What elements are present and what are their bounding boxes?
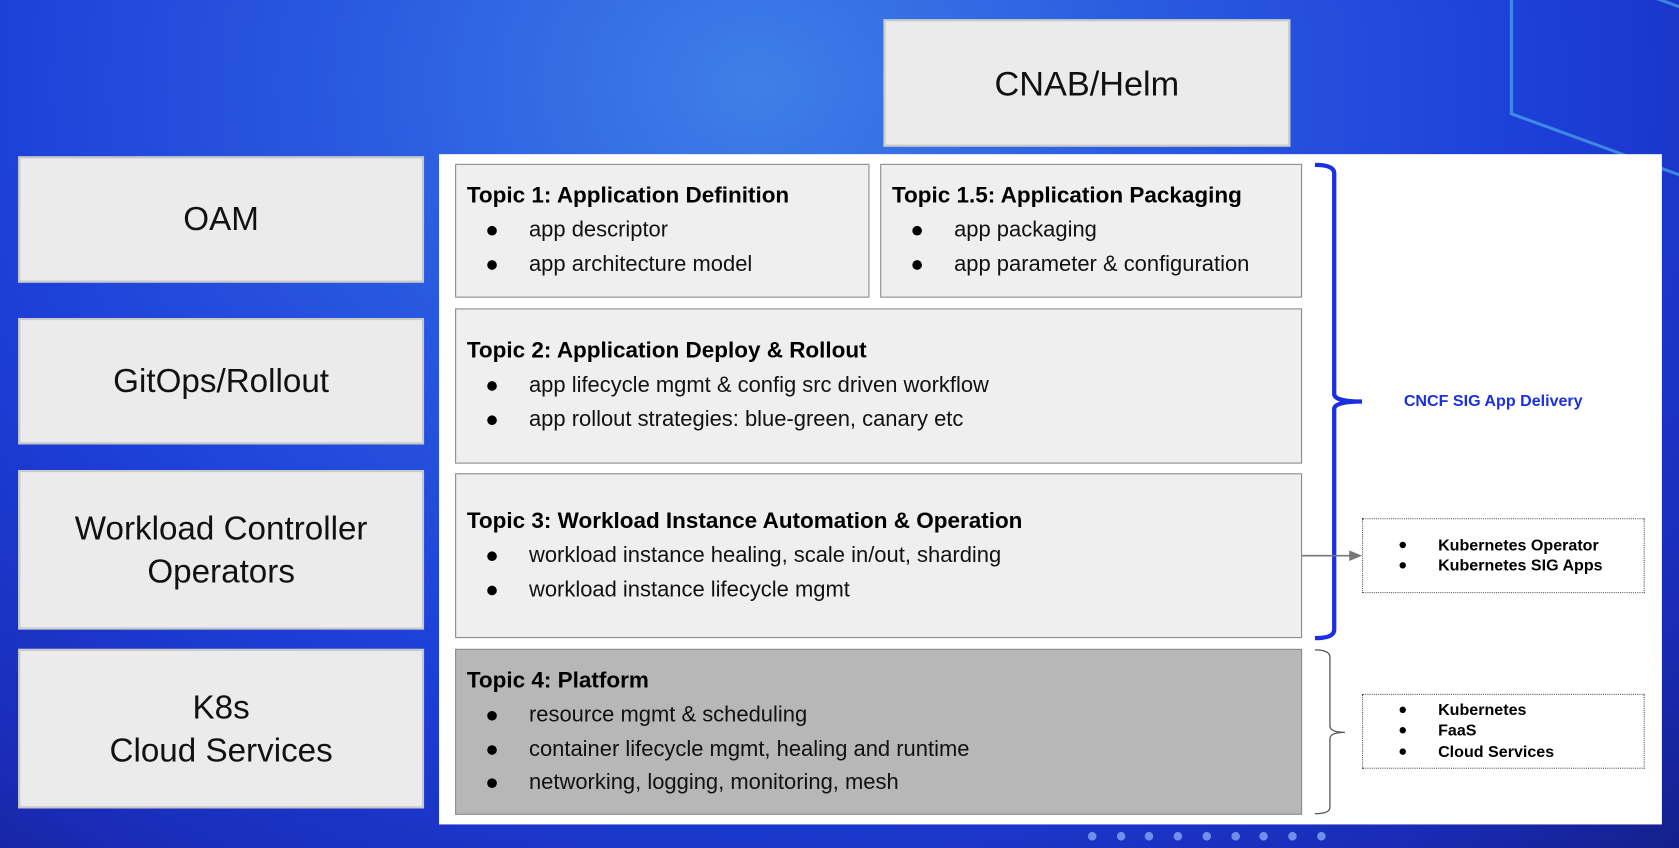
cncf-sig-label: CNCF SIG App Delivery <box>1403 391 1583 411</box>
pagination-dot <box>1087 831 1097 841</box>
pagination-dot <box>1288 831 1297 841</box>
side-item: Kubernetes Operator <box>1399 535 1644 556</box>
gray-brace <box>1314 649 1345 815</box>
pagination-dot <box>1316 831 1326 841</box>
operator-box: Kubernetes Operator Kubernetes SIG Apps <box>1362 518 1645 594</box>
side-item: Kubernetes <box>1399 700 1644 721</box>
side-item: FaaS <box>1399 721 1644 742</box>
platform-box: Kubernetes FaaS Cloud Services <box>1362 693 1645 769</box>
pagination-dot <box>1116 831 1126 841</box>
blue-brace <box>1314 162 1363 641</box>
side-item: Kubernetes SIG Apps <box>1399 556 1644 577</box>
pagination-dot <box>1202 831 1211 841</box>
side-item: Cloud Services <box>1399 742 1644 763</box>
pagination-dot <box>1230 831 1240 841</box>
arrow-head <box>1349 550 1363 562</box>
slide: CNAB/Helm OAM GitOps/Rollout Workload Co… <box>0 0 1679 848</box>
